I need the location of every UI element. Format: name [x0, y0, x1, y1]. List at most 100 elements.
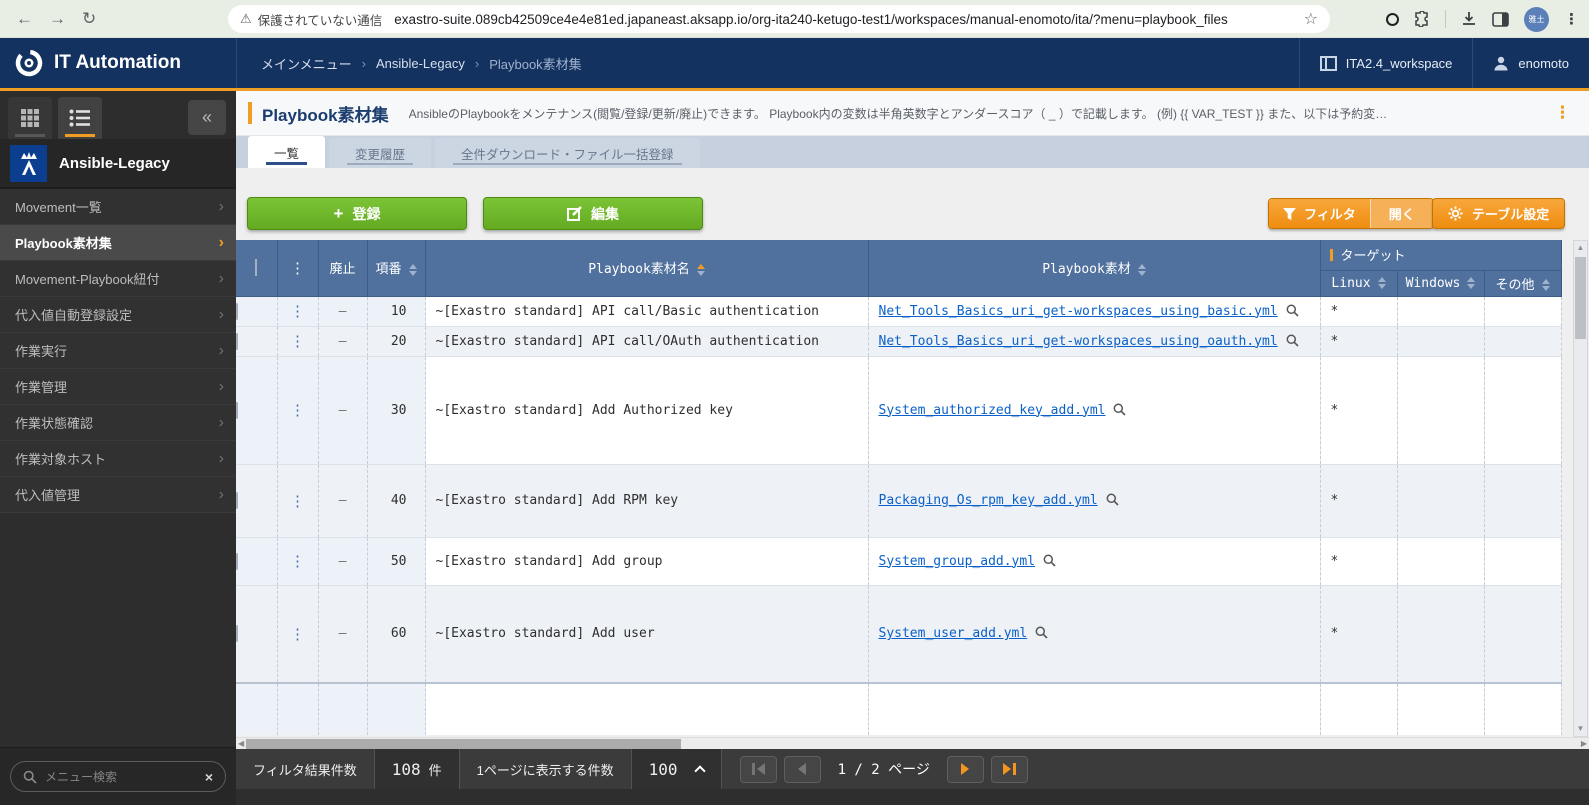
menu-list-tab[interactable] [58, 97, 102, 139]
sort-icon[interactable] [1467, 277, 1475, 289]
sidebar-item[interactable]: 代入値管理› [0, 477, 236, 513]
sort-icon[interactable] [409, 264, 417, 276]
browser-menu-icon[interactable]: ⋮ [1564, 10, 1579, 28]
breadcrumb-item[interactable]: メインメニュー [261, 54, 352, 73]
row-checkbox[interactable] [236, 303, 238, 320]
row-select-cell[interactable] [236, 537, 277, 585]
sidebar-collapse-button[interactable]: « [188, 100, 226, 135]
row-checkbox[interactable] [236, 402, 238, 419]
horizontal-scroll-thumb[interactable] [246, 739, 681, 749]
zoom-icon[interactable] [1043, 554, 1056, 567]
row-checkbox[interactable] [236, 333, 238, 350]
row-checkbox[interactable] [236, 553, 238, 570]
clear-search-icon[interactable]: × [205, 769, 213, 785]
row-menu-cell[interactable]: ⋮ [277, 537, 318, 585]
zoom-icon[interactable] [1286, 334, 1299, 347]
name-column-header[interactable]: Playbook素材名 [425, 240, 868, 296]
sidebar-item[interactable]: 作業管理› [0, 369, 236, 405]
playbook-file-link[interactable]: Net_Tools_Basics_uri_get-workspaces_usin… [879, 334, 1278, 349]
filter-button[interactable]: フィルタ [1269, 199, 1370, 228]
url-text[interactable]: exastro-suite.089cb42509ce4e4e81ed.japan… [394, 12, 1295, 27]
sidebar-item[interactable]: Movement一覧› [0, 189, 236, 225]
horizontal-scrollbar[interactable]: ◀ ▶ [236, 737, 1589, 749]
view-tab[interactable]: 変更履歴 [329, 138, 431, 168]
zoom-icon[interactable] [1286, 304, 1299, 317]
view-tab[interactable]: 一覧 [248, 136, 325, 168]
search-lens-icon[interactable] [1386, 13, 1399, 26]
sidebar-item[interactable]: 作業実行› [0, 333, 236, 369]
scroll-up-icon[interactable]: ▲ [1574, 241, 1587, 255]
sidebar-item[interactable]: Playbook素材集› [0, 225, 236, 261]
row-menu-icon[interactable]: ⋮ [278, 332, 318, 350]
vertical-scroll-thumb[interactable] [1575, 257, 1586, 339]
address-bar[interactable]: ⚠ 保護されていない通信 exastro-suite.089cb42509ce4… [228, 5, 1330, 33]
linux-column-header[interactable]: Linux [1320, 270, 1397, 296]
row-select-cell[interactable] [236, 464, 277, 537]
discard-column-header[interactable]: 廃止 [318, 240, 367, 296]
view-tab[interactable]: 全件ダウンロード・ファイル一括登録 [435, 138, 700, 168]
security-chip-label[interactable]: 保護されていない通信 [258, 10, 383, 29]
row-menu-icon[interactable]: ⋮ [278, 492, 318, 510]
next-page-button[interactable] [947, 756, 984, 783]
vertical-scrollbar[interactable]: ▲ ▼ [1573, 240, 1588, 737]
row-menu-cell[interactable]: ⋮ [277, 296, 318, 326]
row-menu-icon[interactable]: ⋮ [278, 552, 318, 570]
sort-icon-active[interactable] [697, 264, 705, 276]
other-column-header[interactable]: その他 [1484, 270, 1561, 296]
forward-icon[interactable]: → [49, 9, 66, 29]
browser-profile-avatar[interactable]: 雅土 [1524, 7, 1549, 32]
menu-search[interactable]: × [10, 761, 226, 792]
zoom-icon[interactable] [1113, 403, 1126, 416]
row-menu-icon[interactable]: ⋮ [278, 302, 318, 320]
menu-grid-tab[interactable] [8, 97, 52, 139]
filter-open-button[interactable]: 開く [1370, 199, 1433, 228]
first-page-button[interactable] [740, 756, 777, 783]
menu-search-input[interactable] [45, 770, 197, 784]
bookmark-star-icon[interactable]: ☆ [1304, 9, 1318, 29]
row-menu-icon[interactable]: ⋮ [278, 401, 318, 419]
zoom-icon[interactable] [1035, 626, 1048, 639]
playbook-file-link[interactable]: System_authorized_key_add.yml [879, 403, 1106, 418]
register-button[interactable]: + 登録 [247, 197, 467, 230]
breadcrumb-item[interactable]: Ansible-Legacy [376, 56, 465, 71]
row-select-cell[interactable] [236, 585, 277, 683]
prev-page-button[interactable] [784, 756, 821, 783]
download-icon[interactable] [1461, 11, 1477, 27]
row-menu-cell[interactable]: ⋮ [277, 326, 318, 356]
sidebar-item[interactable]: 作業対象ホスト› [0, 441, 236, 477]
scroll-down-icon[interactable]: ▼ [1574, 722, 1587, 736]
edit-button[interactable]: 編集 [483, 197, 703, 230]
sort-icon[interactable] [1378, 277, 1386, 289]
select-all-checkbox[interactable] [255, 259, 257, 276]
row-menu-cell[interactable]: ⋮ [277, 356, 318, 464]
row-checkbox[interactable] [236, 492, 238, 509]
playbook-file-link[interactable]: Net_Tools_Basics_uri_get-workspaces_usin… [879, 304, 1278, 319]
row-select-cell[interactable] [236, 296, 277, 326]
playbook-file-link[interactable]: System_group_add.yml [879, 554, 1036, 569]
sort-icon[interactable] [1542, 279, 1550, 291]
select-all-header[interactable] [236, 240, 277, 296]
per-page-select[interactable]: 100 [632, 749, 722, 789]
user-menu[interactable]: enomoto [1472, 38, 1589, 88]
sort-icon[interactable] [1138, 264, 1146, 276]
sidebar-item[interactable]: 作業状態確認› [0, 405, 236, 441]
item-no-column-header[interactable]: 項番 [367, 240, 425, 296]
file-column-header[interactable]: Playbook素材 [868, 240, 1320, 296]
last-page-button[interactable] [991, 756, 1028, 783]
back-icon[interactable]: ← [16, 9, 33, 29]
zoom-icon[interactable] [1106, 493, 1119, 506]
table-settings-button[interactable]: テーブル設定 [1432, 198, 1565, 229]
breadcrumb-item[interactable]: Playbook素材集 [489, 54, 581, 73]
windows-column-header[interactable]: Windows [1397, 270, 1484, 296]
side-panel-icon[interactable] [1492, 12, 1509, 27]
playbook-file-link[interactable]: System_user_add.yml [879, 626, 1028, 641]
security-warning-icon[interactable]: ⚠ [240, 11, 252, 27]
workspace-switcher[interactable]: ITA2.4_workspace [1299, 38, 1473, 88]
row-menu-cell[interactable]: ⋮ [277, 585, 318, 683]
row-menu-icon[interactable]: ⋮ [278, 625, 318, 643]
brand[interactable]: IT Automation [0, 38, 237, 88]
row-menu-cell[interactable]: ⋮ [277, 464, 318, 537]
row-select-cell[interactable] [236, 326, 277, 356]
sidebar-item[interactable]: Movement-Playbook紐付› [0, 261, 236, 297]
playbook-file-link[interactable]: Packaging_Os_rpm_key_add.yml [879, 493, 1098, 508]
